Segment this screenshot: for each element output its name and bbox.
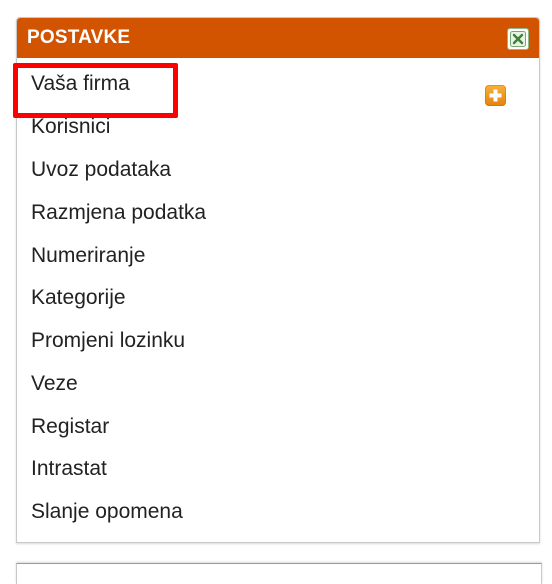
menu-item-promjeni-lozinku[interactable]: Promjeni lozinku	[17, 324, 539, 360]
next-panel-edge	[16, 563, 542, 584]
menu-item-label: Promjeni lozinku	[31, 329, 186, 352]
menu-item-label: Korisnici	[31, 115, 111, 138]
menu-item-label: Kategorije	[31, 286, 126, 309]
menu-item-label: Veze	[31, 372, 78, 395]
menu-item-label: Slanje opomena	[31, 500, 183, 523]
menu-item-slanje-opomena[interactable]: Slanje opomena	[17, 495, 539, 531]
highlight-box	[13, 63, 178, 118]
close-icon	[510, 31, 526, 47]
add-user-button[interactable]	[485, 85, 506, 106]
menu-item-numeriranje[interactable]: Numeriranje	[17, 239, 539, 275]
menu-item-label: Uvoz podataka	[31, 158, 172, 181]
panel-title: POSTAVKE	[27, 27, 131, 48]
panel-header: POSTAVKE	[17, 18, 539, 58]
menu-item-label: Numeriranje	[31, 244, 146, 267]
plus-icon	[489, 89, 502, 102]
menu-item-label: Registar	[31, 415, 110, 438]
menu-item-kategorije[interactable]: Kategorije	[17, 281, 539, 317]
menu-item-label: Razmjena podatka	[31, 201, 207, 224]
menu-item-registar[interactable]: Registar	[17, 410, 539, 446]
menu-item-razmjena-podatka[interactable]: Razmjena podatka	[17, 196, 539, 232]
menu-item-intrastat[interactable]: Intrastat	[17, 452, 539, 488]
menu-item-uvoz-podataka[interactable]: Uvoz podataka	[17, 153, 539, 189]
close-button[interactable]	[507, 28, 529, 50]
menu-item-veze[interactable]: Veze	[17, 367, 539, 403]
menu-item-label: Intrastat	[31, 457, 107, 480]
